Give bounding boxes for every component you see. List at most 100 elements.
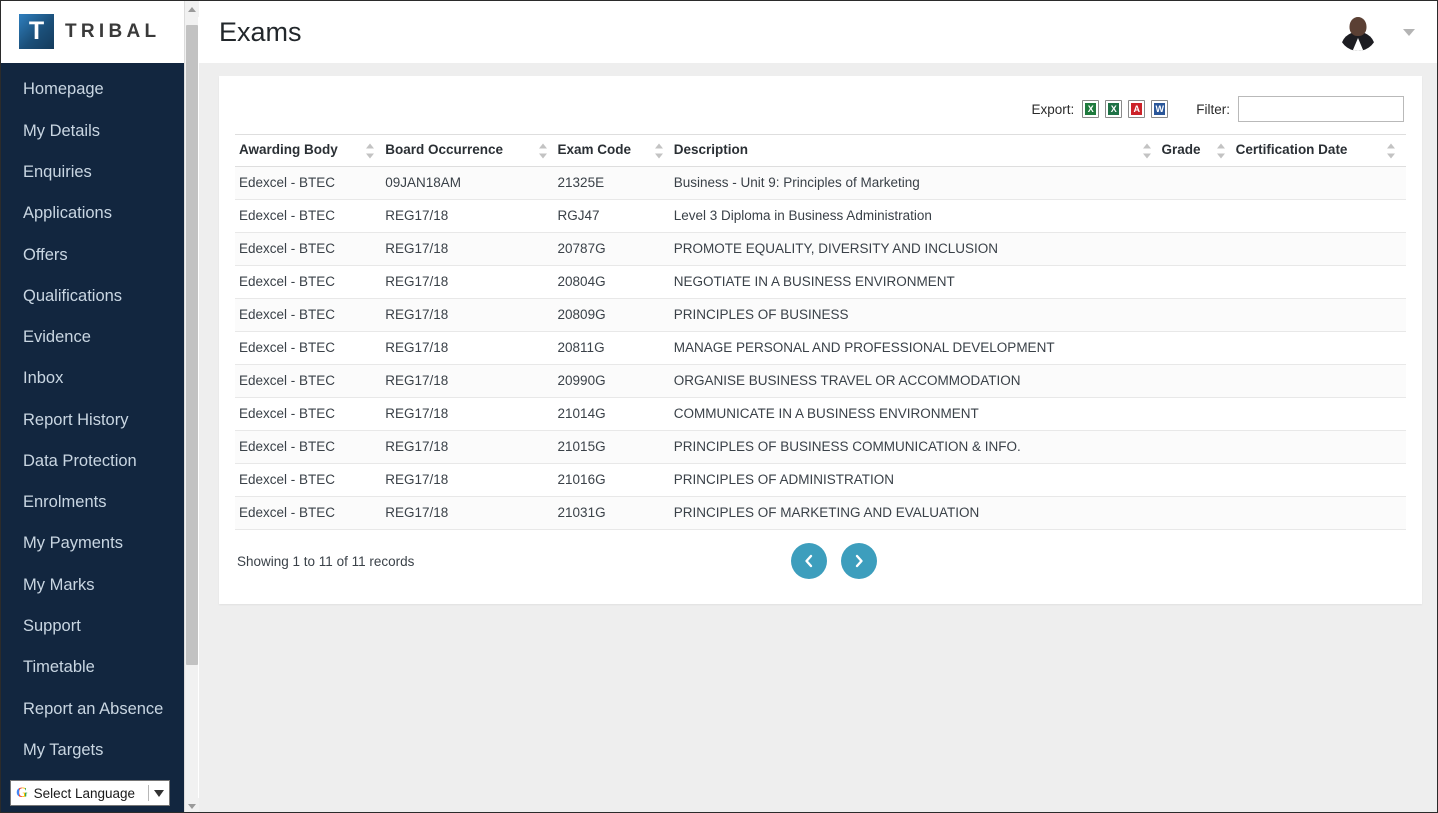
cell-awarding-body: Edexcel - BTEC [235,397,386,431]
cell-board-occurrence: REG17/18 [385,397,558,431]
table-row[interactable]: Edexcel - BTEC REG17/18 20787G PROMOTE EQUA… [235,232,1406,266]
cell-board-occurrence: REG17/18 [385,199,558,233]
sidebar-item-homepage[interactable]: Homepage [1,69,185,110]
table-row[interactable]: Edexcel - BTEC REG17/18 RGJ47 Level 3 Diplo… [235,199,1406,233]
export-csv-icon[interactable]: X [1082,100,1100,118]
cell-description: PROMOTE EQUALITY, DIVERSITY AND INCLUSIO… [673,232,1162,266]
sidebar-item-qualifications[interactable]: Qualifications [1,275,185,316]
sidebar-item-report-history[interactable]: Report History [1,399,185,440]
column-header-awarding-body[interactable]: Awarding Body [235,134,386,167]
sidebar-item-evidence[interactable]: Evidence [1,317,185,358]
sidebar-item-inbox[interactable]: Inbox [1,358,185,399]
cell-description: MANAGE PERSONAL AND PROFESSIONAL DEVELOP… [673,331,1162,365]
scrollbar-thumb[interactable] [186,25,198,665]
scroll-down-arrow-icon[interactable] [185,798,199,812]
sidebar-item-timetable[interactable]: Timetable [1,647,185,688]
column-header-exam-code[interactable]: Exam Code [557,134,674,167]
cell-exam-code: 21325E [557,166,674,200]
sidebar-item-my-marks[interactable]: My Marks [1,564,185,605]
cell-certification-date [1235,397,1406,431]
cell-description: NEGOTIATE IN A BUSINESS ENVIRONMENT [673,265,1162,299]
table-row[interactable]: Edexcel - BTEC REG17/18 21014G COMMUNICATE … [235,397,1406,431]
column-header-description[interactable]: Description [673,134,1162,167]
sidebar-item-my-details[interactable]: My Details [1,110,185,151]
page-title: Exams [219,16,302,47]
chevron-right-icon [855,554,863,568]
table-row[interactable]: Edexcel - BTEC REG17/18 20811G MANAGE PERSO… [235,331,1406,365]
cell-grade [1161,331,1236,365]
sort-toggle-icon[interactable] [1387,143,1396,158]
cell-exam-code: 21015G [557,430,674,464]
cell-grade [1161,232,1236,266]
column-header-board-occurrence[interactable]: Board Occurrence [385,134,558,167]
table-row[interactable]: Edexcel - BTEC 09JAN18AM 21325E Business - … [235,166,1406,200]
cell-grade [1161,397,1236,431]
column-label: Certification Date [1235,142,1348,157]
sort-toggle-icon[interactable] [1216,143,1226,158]
sort-toggle-icon[interactable] [366,143,375,158]
sidebar-item-data-protection[interactable]: Data Protection [1,441,185,482]
cell-awarding-body: Edexcel - BTEC [235,265,386,299]
sort-toggle-icon[interactable] [654,143,664,158]
records-info: Showing 1 to 11 of 11 records [237,553,415,569]
avatar[interactable] [1339,13,1377,51]
cell-certification-date [1235,463,1406,497]
table-row[interactable]: Edexcel - BTEC REG17/18 21015G PRINCIPLES O… [235,430,1406,464]
sidebar-item-enquiries[interactable]: Enquiries [1,152,185,193]
cell-exam-code: 20811G [557,331,674,365]
export-excel-icon[interactable]: X [1105,100,1123,118]
sort-toggle-icon[interactable] [538,143,548,158]
sidebar-scrollbar[interactable] [184,1,199,812]
brand-name: TRIBAL [65,20,161,42]
scroll-up-arrow-icon[interactable] [185,1,199,17]
export-pdf-glyph: A [1131,103,1143,115]
table-row[interactable]: Edexcel - BTEC REG17/18 21031G PRINCIPLES O… [235,496,1406,530]
select-language-label: Select Language [33,785,136,801]
cell-exam-code: 21031G [557,496,674,530]
column-label: Grade [1161,142,1201,157]
cell-awarding-body: Edexcel - BTEC [235,430,386,464]
cell-grade [1161,298,1236,332]
top-bar: Exams [199,1,1437,63]
cell-board-occurrence: REG17/18 [385,265,558,299]
table-row[interactable]: Edexcel - BTEC REG17/18 20809G PRINCIPLES O… [235,298,1406,332]
cell-certification-date [1235,430,1406,464]
sidebar-item-report-an-absence[interactable]: Report an Absence [1,688,185,729]
cell-grade [1161,166,1236,200]
cell-board-occurrence: REG17/18 [385,298,558,332]
sidebar-item-applications[interactable]: Applications [1,193,185,234]
cell-board-occurrence: REG17/18 [385,463,558,497]
main-content: Export: X X A W Filter: Awarding Body Bo… [199,63,1437,812]
cell-board-occurrence: REG17/18 [385,364,558,398]
next-page-button[interactable] [841,543,877,579]
filter-input[interactable] [1238,96,1404,122]
chevron-down-icon[interactable] [1403,28,1415,36]
cell-awarding-body: Edexcel - BTEC [235,331,386,365]
table-row[interactable]: Edexcel - BTEC REG17/18 20990G ORGANISE BUS… [235,364,1406,398]
sidebar-item-my-payments[interactable]: My Payments [1,523,185,564]
chevron-down-icon[interactable] [154,789,164,797]
column-header-certification-date[interactable]: Certification Date [1235,134,1406,167]
brand-logo[interactable]: T TRIBAL [1,1,185,63]
column-label: Exam Code [557,142,632,157]
cell-description: PRINCIPLES OF MARKETING AND EVALUATION [673,496,1162,530]
cell-certification-date [1235,331,1406,365]
previous-page-button[interactable] [791,543,827,579]
export-label: Export: [1031,101,1075,117]
table-row[interactable]: Edexcel - BTEC REG17/18 20804G NEGOTIATE IN… [235,265,1406,299]
column-header-grade[interactable]: Grade [1161,134,1236,167]
avatar-head [1349,17,1367,36]
table-row[interactable]: Edexcel - BTEC REG17/18 21016G PRINCIPLES O… [235,463,1406,497]
table-toolbar: Export: X X A W Filter: [235,92,1406,126]
sidebar: T TRIBAL Homepage My Details Enquiries A… [1,1,185,812]
cell-grade [1161,430,1236,464]
user-menu[interactable] [1339,13,1437,51]
sidebar-item-offers[interactable]: Offers [1,234,185,275]
sidebar-item-my-targets[interactable]: My Targets [1,730,185,771]
google-translate-widget[interactable]: G Select Language [10,780,170,806]
sidebar-item-support[interactable]: Support [1,606,185,647]
sort-toggle-icon[interactable] [1142,143,1152,158]
export-word-icon[interactable]: W [1151,100,1169,118]
sidebar-item-enrolments[interactable]: Enrolments [1,482,185,523]
export-pdf-icon[interactable]: A [1128,100,1146,118]
